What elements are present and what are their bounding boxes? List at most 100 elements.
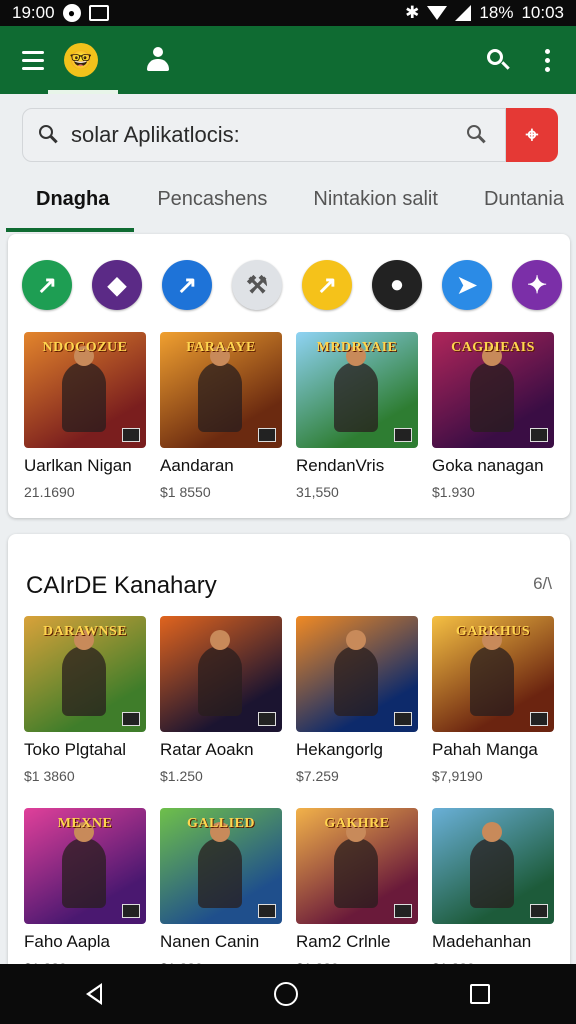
tools-app-icon[interactable]: ⚒ <box>232 260 282 310</box>
share-app-icon[interactable]: ↗ <box>162 260 212 310</box>
arrow-app-icon[interactable]: ↗ <box>22 260 72 310</box>
game-title[interactable]: Ram2 Crlnle <box>296 932 418 952</box>
game-thumbnail[interactable] <box>296 616 418 732</box>
home-icon[interactable] <box>274 982 298 1006</box>
status-time: 19:00 <box>12 3 55 22</box>
game-banner-text: DARAWNSE <box>42 624 128 639</box>
game-banner-text: MRDRYAIE <box>316 340 398 355</box>
game-character <box>334 346 378 432</box>
game-tile[interactable]: NDOCOZUE Uarlkan Nigan 21.1690 <box>24 332 146 500</box>
rating-badge-icon <box>530 428 548 442</box>
rating-badge-icon <box>394 712 412 726</box>
app-bar: 🤓 <box>0 26 576 94</box>
game-tile[interactable]: Hekangorlg $7.259 <box>296 616 418 784</box>
more-options-icon[interactable] <box>545 48 550 72</box>
wifi-icon <box>427 6 448 20</box>
back-icon[interactable] <box>86 983 102 1005</box>
featured-icons-row: ↗ ◆ ↗ ⚒ ↗ ● ➤ ✦ <box>22 260 562 310</box>
send-app-icon[interactable]: ➤ <box>442 260 492 310</box>
game-character <box>62 630 106 716</box>
game-banner-text: CAGDIEAIS <box>451 340 535 355</box>
game-banner-text <box>166 624 276 644</box>
game-thumbnail[interactable]: MRDRYAIE <box>296 332 418 448</box>
game-title[interactable]: Uarlkan Nigan <box>24 456 146 476</box>
game-title[interactable]: Faho Aapla <box>24 932 146 952</box>
game-thumbnail[interactable]: MEXNE <box>24 808 146 924</box>
app-bar-indicator <box>48 90 118 94</box>
purple-app-icon[interactable]: ✦ <box>512 260 562 310</box>
game-tile[interactable]: FARAAYE Aandaran $1 8550 <box>160 332 282 500</box>
game-app-icon[interactable]: ◆ <box>92 260 142 310</box>
game-thumbnail[interactable] <box>160 616 282 732</box>
tab-dnagha[interactable]: Dnagha <box>36 176 109 230</box>
search-icon <box>37 123 61 147</box>
search-submit-icon[interactable] <box>465 123 489 147</box>
menu-icon[interactable] <box>22 50 44 70</box>
recent-apps-icon[interactable] <box>470 984 490 1004</box>
featured-card: ↗ ◆ ↗ ⚒ ↗ ● ➤ ✦ NDOCOZUE Uarlkan Nigan 21.1690 FAR… <box>8 234 570 518</box>
game-title[interactable]: Hekangorlg <box>296 740 418 760</box>
section-more-link[interactable]: 6/\ <box>533 574 552 594</box>
game-thumbnail[interactable]: DARAWNSE <box>24 616 146 732</box>
game-title[interactable]: RendanVris <box>296 456 418 476</box>
game-thumbnail[interactable]: GALLIED <box>160 808 282 924</box>
game-title[interactable]: Toko Plgtahal <box>24 740 146 760</box>
account-icon[interactable] <box>144 47 170 73</box>
game-tile[interactable]: DARAWNSE Toko Plgtahal $1 3860 <box>24 616 146 784</box>
rating-badge-icon <box>122 712 140 726</box>
game-thumbnail[interactable]: NDOCOZUE <box>24 332 146 448</box>
game-thumbnail[interactable]: GAKHRE <box>296 808 418 924</box>
search-bar: solar Aplikatlocis: ⌖ <box>22 108 558 162</box>
search-icon[interactable] <box>485 47 511 73</box>
game-title[interactable]: Aandaran <box>160 456 282 476</box>
game-title[interactable]: Nanen Canin <box>160 932 282 952</box>
game-price: $1 3860 <box>24 768 75 784</box>
game-thumbnail[interactable]: GARKHUS <box>432 616 554 732</box>
game-title[interactable]: Madehanhan <box>432 932 554 952</box>
rating-badge-icon <box>258 712 276 726</box>
game-banner-text: GALLIED <box>186 816 256 831</box>
game-thumbnail[interactable]: CAGDIEAIS <box>432 332 554 448</box>
game-tile[interactable]: GALLIEDNanen Canin$1 239 <box>160 808 282 976</box>
game-character <box>470 822 514 908</box>
status-clock: 10:03 <box>521 3 564 22</box>
game-tile[interactable]: Ratar Aoakn $1.250 <box>160 616 282 784</box>
system-nav-bar <box>0 964 576 1024</box>
game-banner-text <box>302 624 412 644</box>
game-tile[interactable]: GAKHRERam2 Crlnle$1 839 <box>296 808 418 976</box>
game-tile[interactable]: MRDRYAIE RendanVris 31,550 <box>296 332 418 500</box>
game-banner-text <box>438 816 548 836</box>
rating-badge-icon <box>394 428 412 442</box>
tab-nintakion-salit[interactable]: Nintakion salit <box>313 176 438 230</box>
game-tile[interactable]: MEXNEFaho Aapla$1 839 <box>24 808 146 976</box>
search-input[interactable]: solar Aplikatlocis: <box>22 108 506 162</box>
yellow-app-icon[interactable]: ↗ <box>302 260 352 310</box>
game-price: $7,9190 <box>432 768 483 784</box>
game-character <box>334 630 378 716</box>
game-price: $7.259 <box>296 768 339 784</box>
battery-level: 18% <box>479 3 514 22</box>
rating-badge-icon <box>122 428 140 442</box>
featured-games-row: NDOCOZUE Uarlkan Nigan 21.1690 FARAAYE Aanda… <box>24 332 554 500</box>
game-price: $1 8550 <box>160 484 211 500</box>
rating-badge-icon <box>122 904 140 918</box>
tab-duntania[interactable]: Duntania <box>484 176 564 230</box>
voice-search-button[interactable]: ⌖ <box>506 108 558 162</box>
game-thumbnail[interactable]: FARAAYE <box>160 332 282 448</box>
bluetooth-icon: ✱ <box>405 3 420 22</box>
game-tile[interactable]: CAGDIEAIS Goka nanagan $1.930 <box>432 332 554 500</box>
game-tile[interactable]: GARKHUS Pahah Manga $7,9190 <box>432 616 554 784</box>
search-query[interactable]: solar Aplikatlocis: <box>71 122 240 148</box>
game-banner-text: NDOCOZUE <box>42 340 128 355</box>
app-logo[interactable]: 🤓 <box>64 43 98 77</box>
game-tile[interactable]: Madehanhan$1 839 <box>432 808 554 976</box>
game-banner-text: MEXNE <box>57 816 113 831</box>
colorful-app-icon[interactable]: ● <box>372 260 422 310</box>
game-title[interactable]: Goka nanagan <box>432 456 554 476</box>
game-title[interactable]: Pahah Manga <box>432 740 554 760</box>
tab-pencashens[interactable]: Pencashens <box>157 176 267 230</box>
game-thumbnail[interactable] <box>432 808 554 924</box>
notification-icon: ● <box>62 4 81 22</box>
game-character <box>470 630 514 716</box>
game-title[interactable]: Ratar Aoakn <box>160 740 282 760</box>
